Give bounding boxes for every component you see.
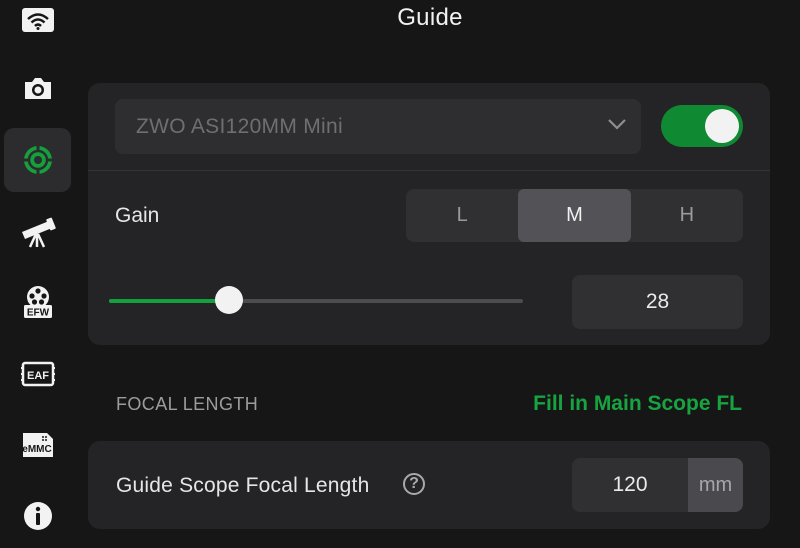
chevron-down-icon xyxy=(608,119,626,130)
gain-segmented-control: L M H xyxy=(406,189,743,242)
camera-enable-toggle[interactable] xyxy=(661,105,743,147)
emmc-icon: eMMC xyxy=(22,433,53,457)
sidebar-item-efw[interactable]: EFW xyxy=(4,270,71,334)
info-icon xyxy=(23,502,52,530)
gain-option-m[interactable]: M xyxy=(518,189,631,242)
focal-length-unit: mm xyxy=(688,458,743,512)
efw-icon-label: EFW xyxy=(26,308,49,319)
gain-slider-thumb[interactable] xyxy=(215,286,244,314)
focal-length-value[interactable]: 120 xyxy=(572,458,688,512)
toggle-knob xyxy=(705,109,739,143)
gain-label: Gain xyxy=(115,204,160,227)
emmc-icon-label: eMMC xyxy=(22,444,51,455)
guide-scope-focal-length-label: Guide Scope Focal Length xyxy=(116,474,370,497)
gain-value-input[interactable]: 28 xyxy=(572,275,743,329)
efw-icon: EFW xyxy=(23,286,52,319)
sidebar-item-guide[interactable] xyxy=(4,128,71,192)
focal-length-card: Guide Scope Focal Length ? 120 mm xyxy=(88,441,770,529)
gain-option-l[interactable]: L xyxy=(406,189,518,242)
page-title: Guide xyxy=(397,4,463,31)
help-icon[interactable]: ? xyxy=(403,473,425,495)
sidebar-item-telescope[interactable] xyxy=(4,200,71,264)
fill-main-scope-fl-link[interactable]: Fill in Main Scope FL xyxy=(533,392,742,416)
guide-camera-card: ZWO ASI120MM Mini Gain L M H 28 xyxy=(88,83,770,345)
gain-option-h[interactable]: H xyxy=(631,189,743,242)
gain-slider-fill xyxy=(109,299,230,303)
telescope-icon xyxy=(21,217,56,248)
gain-slider[interactable] xyxy=(109,286,523,314)
sidebar: EFW EAF eMMC xyxy=(0,0,75,535)
eaf-icon-label: EAF xyxy=(27,370,49,382)
focal-length-section-label: FOCAL LENGTH xyxy=(116,394,259,414)
camera-icon xyxy=(24,78,51,99)
sidebar-item-emmc[interactable]: eMMC xyxy=(4,413,71,477)
sidebar-item-info[interactable] xyxy=(4,484,71,548)
sidebar-item-camera[interactable] xyxy=(4,56,71,120)
camera-select[interactable]: ZWO ASI120MM Mini xyxy=(115,99,641,154)
divider xyxy=(88,170,770,171)
eaf-icon: EAF xyxy=(20,361,55,387)
camera-name: ZWO ASI120MM Mini xyxy=(136,114,343,138)
guide-target-icon xyxy=(21,144,54,176)
focal-length-input[interactable]: 120 mm xyxy=(572,458,743,512)
sidebar-item-eaf[interactable]: EAF xyxy=(4,342,71,406)
